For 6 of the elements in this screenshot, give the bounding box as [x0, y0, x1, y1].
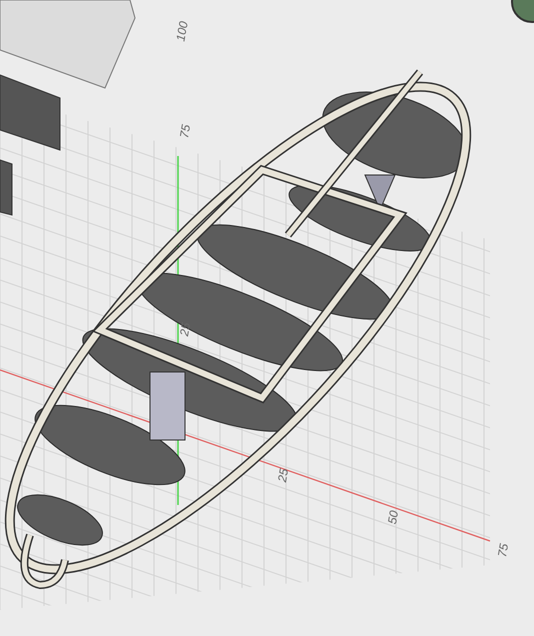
axis-label: 75 — [177, 124, 194, 140]
axis-label: 25 — [275, 468, 292, 484]
axis-label: 100 — [173, 20, 191, 42]
axis-label: 75 — [495, 542, 512, 558]
axis-label: 50 — [385, 510, 402, 526]
axis-label: 25 — [177, 322, 194, 338]
